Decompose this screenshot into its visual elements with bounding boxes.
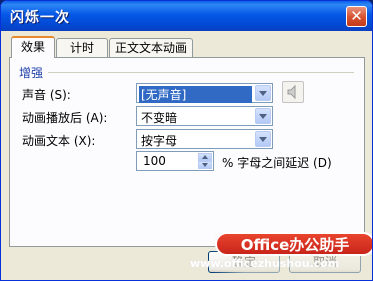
spin-up-icon[interactable] xyxy=(198,153,212,161)
sound-select-value: [无声音] xyxy=(139,86,252,103)
effect-options-dialog: 闪烁一次 ✕ 效果 计时 正文文本动画 增强 声音 (S): [无声音] 动画播… xyxy=(0,0,373,281)
close-button[interactable]: ✕ xyxy=(346,6,367,27)
after-animation-select[interactable]: 不变暗 xyxy=(136,106,273,126)
letter-delay-spinner[interactable]: 100 xyxy=(136,151,214,171)
watermark-url: www.officezhushou.com xyxy=(190,257,340,270)
sound-volume-button[interactable] xyxy=(282,81,304,103)
close-icon: ✕ xyxy=(350,7,363,25)
group-title-enhancements: 增强 xyxy=(19,66,44,80)
tab-text-animation[interactable]: 正文文本动画 xyxy=(109,38,193,57)
sound-select[interactable]: [无声音] xyxy=(136,83,273,103)
animate-text-label: 动画文本 (X): xyxy=(22,134,96,148)
speaker-icon xyxy=(287,84,296,100)
chevron-down-icon[interactable] xyxy=(255,108,271,124)
letter-delay-label: % 字母之间延迟 (D) xyxy=(222,156,332,170)
watermark-logo: Office办公助手 xyxy=(215,232,372,256)
letter-delay-value[interactable]: 100 xyxy=(143,154,166,168)
chevron-down-icon[interactable] xyxy=(255,131,271,147)
dialog-title: 闪烁一次 xyxy=(10,10,70,26)
animate-text-value: 按字母 xyxy=(141,134,178,148)
tab-effect[interactable]: 效果 xyxy=(11,36,55,58)
tab-timing[interactable]: 计时 xyxy=(56,38,108,57)
title-bar[interactable]: 闪烁一次 ✕ xyxy=(1,1,372,31)
spin-down-icon[interactable] xyxy=(198,161,212,169)
group-divider xyxy=(48,72,354,73)
after-animation-label: 动画播放后 (A): xyxy=(22,111,108,125)
sound-label: 声音 (S): xyxy=(22,88,71,102)
animate-text-select[interactable]: 按字母 xyxy=(136,129,273,149)
effect-panel: 增强 声音 (S): [无声音] 动画播放后 (A): 不变暗 动画文本 (X)… xyxy=(9,57,365,247)
chevron-down-icon[interactable] xyxy=(255,85,271,101)
after-animation-value: 不变暗 xyxy=(141,111,178,125)
